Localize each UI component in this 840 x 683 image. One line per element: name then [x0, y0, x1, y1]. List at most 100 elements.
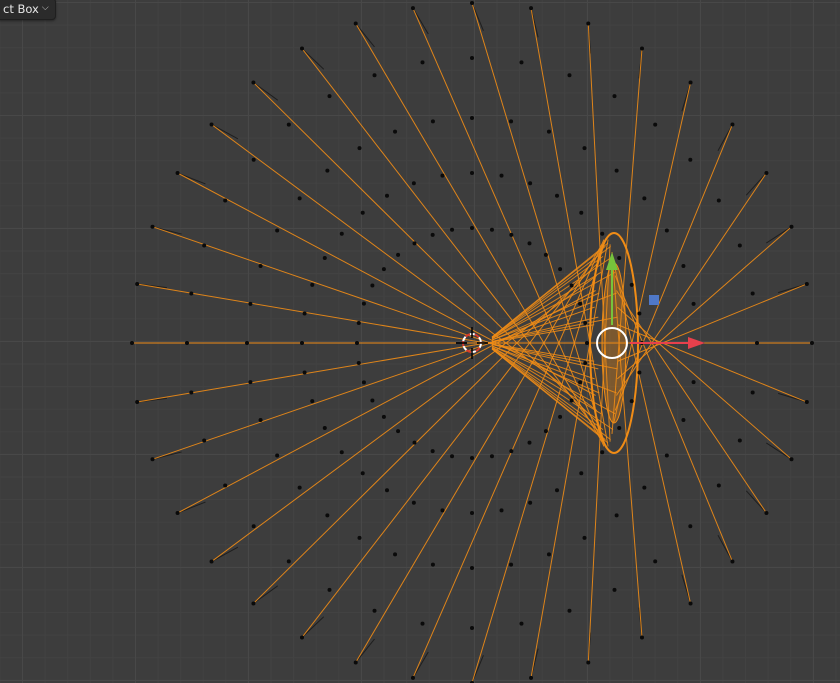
mesh-vertices[interactable]	[130, 1, 814, 683]
vertex	[470, 1, 474, 5]
vertex	[175, 171, 180, 175]
unselected-edge	[355, 23, 375, 48]
unselected-edge	[745, 490, 767, 514]
vertex	[339, 450, 344, 455]
vertex	[789, 224, 794, 229]
vertex	[393, 129, 398, 134]
vertex	[509, 562, 514, 567]
vertex	[327, 587, 332, 592]
vertex	[297, 485, 302, 490]
selected-edge	[412, 7, 605, 447]
vertex	[804, 281, 809, 286]
selected-edge	[615, 290, 767, 514]
vertex	[499, 173, 504, 178]
vertex	[411, 181, 416, 186]
unselected-edge	[253, 585, 279, 604]
vertex	[546, 129, 551, 134]
vertex	[600, 450, 605, 455]
vertex	[509, 232, 514, 237]
vertex	[582, 535, 587, 540]
vertex	[339, 231, 344, 236]
vertex	[664, 453, 669, 458]
vertex	[810, 341, 814, 345]
vertex	[629, 399, 634, 404]
vertex	[578, 301, 583, 306]
select-box-dropdown[interactable]: ct Box ⌵	[0, 0, 56, 20]
vertex	[750, 291, 755, 296]
vertex	[681, 417, 686, 422]
vertex	[372, 73, 377, 78]
vertex	[223, 483, 228, 488]
selected-edge	[211, 275, 598, 562]
vertex	[653, 122, 658, 127]
vertex	[470, 566, 474, 570]
vertex	[499, 508, 504, 513]
vertex	[614, 168, 619, 173]
vertex	[286, 122, 291, 127]
vertex	[519, 621, 524, 626]
vertex	[381, 414, 386, 419]
mesh-scene[interactable]	[0, 0, 840, 683]
vertex	[642, 485, 647, 490]
selected-edge	[301, 251, 601, 638]
vertex	[361, 380, 366, 385]
vertex	[519, 60, 524, 65]
vertex	[688, 524, 693, 529]
vertex	[361, 301, 366, 306]
unselected-edge	[412, 651, 429, 679]
vertex	[300, 46, 304, 51]
unselected-edge	[177, 501, 206, 514]
vertex	[258, 417, 263, 422]
vertex	[245, 341, 249, 345]
vertex	[275, 453, 280, 458]
chevron-down-icon: ⌵	[41, 3, 49, 13]
vertex	[209, 122, 214, 127]
vertex	[258, 264, 263, 269]
vertex	[730, 559, 735, 564]
vertex	[370, 398, 375, 403]
vertex	[737, 438, 742, 443]
vertex	[189, 390, 194, 395]
unselected-edge	[766, 226, 792, 244]
vertex	[470, 511, 474, 515]
unselected-edge	[253, 82, 279, 101]
vertex	[600, 231, 605, 236]
3d-viewport[interactable]	[0, 0, 840, 683]
vertex	[372, 608, 377, 613]
vertex	[275, 228, 280, 233]
vertex	[543, 429, 548, 434]
vertex	[223, 198, 228, 203]
vertex	[527, 241, 532, 246]
vertex	[586, 21, 591, 26]
vertex	[355, 341, 359, 345]
vertex	[688, 601, 693, 606]
unselected-edge	[211, 124, 239, 140]
vertex	[297, 196, 302, 201]
vertex	[356, 360, 361, 365]
unselected-edge	[355, 638, 375, 663]
vertex	[327, 94, 332, 99]
vertex	[385, 488, 389, 493]
vertex	[251, 157, 256, 162]
vertex	[617, 426, 622, 430]
mesh-edges[interactable]	[132, 2, 812, 683]
vertex	[640, 635, 644, 640]
vertex	[569, 283, 574, 288]
vertex	[248, 301, 253, 306]
vertex	[716, 198, 721, 203]
vertex	[251, 80, 256, 85]
vertex	[555, 193, 559, 198]
unselected-edge	[745, 172, 767, 196]
vertex	[691, 301, 696, 306]
vertex	[150, 457, 155, 462]
vertex	[440, 508, 445, 513]
vertex	[558, 414, 563, 419]
vertex	[612, 94, 617, 99]
unselected-edge	[717, 124, 733, 151]
vertex	[410, 6, 415, 11]
vertex	[360, 471, 365, 476]
select-box-label: ct Box	[3, 2, 39, 16]
vertex	[579, 210, 584, 215]
vertex	[430, 119, 435, 124]
vertex	[135, 281, 140, 286]
